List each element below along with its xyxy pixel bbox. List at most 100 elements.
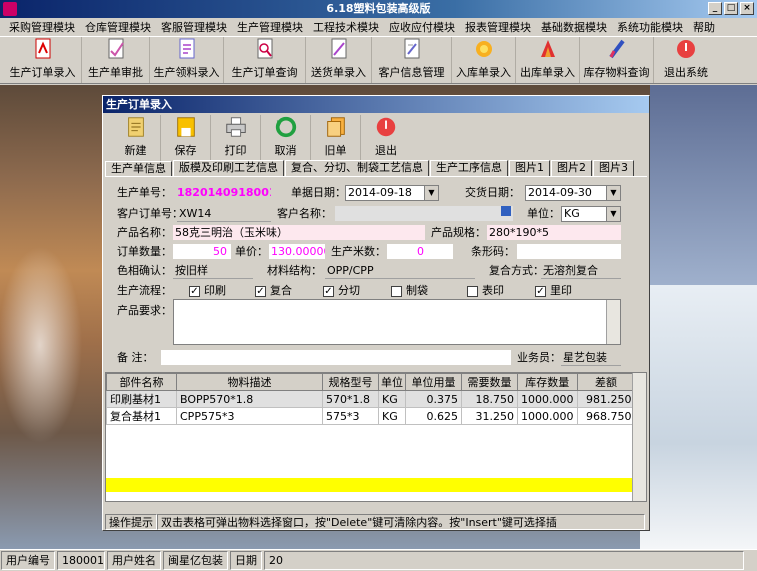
exit-button[interactable]: 退出 (361, 115, 411, 161)
grid-summary-row (106, 478, 632, 492)
toolbar-customer-management[interactable]: 客户信息管理 (372, 37, 452, 83)
checkbox-reverse-print[interactable]: ✓ 里印 (535, 283, 572, 299)
printer-icon (225, 117, 246, 137)
product-spec-field[interactable]: 280*190*5 (487, 225, 621, 241)
column-header[interactable]: 物料描述 (176, 373, 323, 391)
tab-image-2[interactable]: 图片2 (551, 160, 592, 176)
print-button[interactable]: 打印 (211, 115, 261, 161)
meters-field[interactable]: 0 (387, 244, 453, 260)
table-cell[interactable]: 1000.000 (517, 407, 578, 425)
column-header[interactable]: 规格型号 (322, 373, 379, 391)
table-cell[interactable]: 968.750 (576, 407, 636, 425)
customer-name-field[interactable] (335, 206, 513, 222)
column-header[interactable]: 需要数量 (461, 373, 518, 391)
material-field[interactable]: OPP/CPP (325, 263, 475, 279)
requirement-textarea[interactable] (173, 299, 621, 345)
menu-production[interactable]: 生产管理模块 (232, 19, 308, 35)
menu-receivables[interactable]: 应收应付模块 (384, 19, 460, 35)
toolbar-inventory-query[interactable]: 库存物料查询 (580, 37, 654, 83)
tab-image-1[interactable]: 图片1 (509, 160, 550, 176)
column-header[interactable]: 部件名称 (106, 373, 177, 391)
column-header[interactable]: 单位用量 (405, 373, 462, 391)
dialog-toolbar: 新建 保存 打印 取消 旧单 退出 (111, 115, 411, 161)
table-row[interactable]: 复合基材1 CPP575*3 575*3 KG 0.625 31.250 100… (106, 407, 636, 425)
toolbar-production-approval[interactable]: 生产单审批 (82, 37, 150, 83)
column-header[interactable]: 单位 (378, 373, 406, 391)
new-button[interactable]: 新建 (111, 115, 161, 161)
menu-warehouse[interactable]: 仓库管理模块 (80, 19, 156, 35)
tab-order-info[interactable]: 生产单信息 (105, 161, 172, 177)
tab-compound[interactable]: 复合、分切、制袋工艺信息 (285, 160, 429, 176)
lookup-icon[interactable] (501, 206, 511, 216)
table-cell[interactable]: CPP575*3 (176, 407, 323, 425)
table-cell[interactable]: KG (378, 390, 406, 408)
menu-customer-service[interactable]: 客服管理模块 (156, 19, 232, 35)
price-field[interactable]: 130.00000 (269, 244, 325, 260)
toolbar-material-requisition[interactable]: 生产领料录入 (150, 37, 224, 83)
minimize-button[interactable]: _ (708, 2, 722, 15)
product-name-field[interactable]: 58克三明治（玉米味） (173, 225, 425, 241)
checkbox-printing[interactable]: ✓ 印刷 (189, 283, 226, 299)
barcode-field[interactable] (517, 244, 621, 260)
table-cell[interactable]: BOPP570*1.8 (176, 390, 323, 408)
table-cell[interactable]: 0.375 (405, 390, 462, 408)
chevron-down-icon[interactable]: ▼ (606, 207, 620, 221)
quantity-field[interactable]: 50 (173, 244, 231, 260)
unit-select[interactable]: KG ▼ (561, 206, 621, 222)
toolbar-exit-system[interactable]: 退出系统 (654, 37, 718, 83)
table-row[interactable]: 印刷基材1 BOPP570*1.8 570*1.8 KG 0.375 18.75… (106, 390, 636, 408)
menu-engineering[interactable]: 工程技术模块 (308, 19, 384, 35)
memo-scrollbar[interactable] (606, 300, 620, 344)
toolbar-order-query[interactable]: 生产订单查询 (224, 37, 306, 83)
toolbar-delivery-entry[interactable]: 送货单录入 (306, 37, 372, 83)
table-cell[interactable]: 31.250 (461, 407, 518, 425)
tab-printing[interactable]: 版模及印刷工艺信息 (173, 160, 284, 176)
maximize-button[interactable]: □ (724, 2, 738, 15)
grid-scrollbar[interactable] (632, 373, 646, 501)
salesman-field[interactable]: 星艺包装 (561, 350, 621, 366)
hint-text: 双击表格可弹出物料选择窗口，按"Delete"键可清除内容。按"Insert"键… (157, 514, 645, 530)
column-header[interactable]: 差额 (576, 373, 636, 391)
hint-bar: 操作提示 双击表格可弹出物料选择窗口，按"Delete"键可清除内容。按"Ins… (105, 514, 647, 530)
user-name-label: 用户姓名 (107, 551, 161, 570)
doc-date-picker[interactable]: 2014-09-18 ▼ (345, 185, 439, 201)
hint-label: 操作提示 (105, 514, 157, 530)
tab-image-3[interactable]: 图片3 (593, 160, 634, 176)
toolbar-stock-out-entry[interactable]: 出库单录入 (516, 37, 580, 83)
menu-system[interactable]: 系统功能模块 (612, 19, 688, 35)
column-header[interactable]: 库存数量 (517, 373, 578, 391)
table-cell[interactable]: 575*3 (322, 407, 379, 425)
checkbox-slitting[interactable]: ✓ 分切 (323, 283, 360, 299)
old-order-button[interactable]: 旧单 (311, 115, 361, 161)
close-button[interactable]: × (740, 2, 754, 15)
remark-field[interactable] (161, 350, 511, 366)
chevron-down-icon[interactable]: ▼ (606, 186, 620, 200)
salesman-label: 业务员： (517, 351, 561, 364)
table-cell[interactable]: 18.750 (461, 390, 518, 408)
table-cell[interactable]: 复合基材1 (106, 407, 177, 425)
order-no-field[interactable]: 1820140918001 (175, 185, 271, 201)
toolbar-production-order-entry[interactable]: 生产订单录入 (4, 37, 82, 83)
menu-basic-data[interactable]: 基础数据模块 (536, 19, 612, 35)
delivery-date-picker[interactable]: 2014-09-30 ▼ (525, 185, 621, 201)
checkbox-surface-print[interactable]: 表印 (467, 283, 504, 299)
checkbox-compound[interactable]: ✓ 复合 (255, 283, 292, 299)
checkbox-bag-making[interactable]: 制袋 (391, 283, 428, 299)
table-cell[interactable]: KG (378, 407, 406, 425)
cancel-button[interactable]: 取消 (261, 115, 311, 161)
table-cell[interactable]: 570*1.8 (322, 390, 379, 408)
toolbar-stock-in-entry[interactable]: 入库单录入 (452, 37, 516, 83)
color-confirm-field[interactable]: 按旧样 (173, 263, 253, 279)
tab-process[interactable]: 生产工序信息 (430, 160, 508, 176)
table-cell[interactable]: 0.625 (405, 407, 462, 425)
table-cell[interactable]: 1000.000 (517, 390, 578, 408)
table-cell[interactable]: 981.250 (576, 390, 636, 408)
menu-purchase[interactable]: 采购管理模块 (4, 19, 80, 35)
menu-help[interactable]: 帮助 (688, 19, 720, 35)
chevron-down-icon[interactable]: ▼ (424, 186, 438, 200)
save-button[interactable]: 保存 (161, 115, 211, 161)
table-cell[interactable]: 印刷基材1 (106, 390, 177, 408)
customer-order-field[interactable]: XW14 (177, 206, 271, 222)
compound-field[interactable]: 无溶剂复合 (541, 263, 621, 279)
menu-reports[interactable]: 报表管理模块 (460, 19, 536, 35)
